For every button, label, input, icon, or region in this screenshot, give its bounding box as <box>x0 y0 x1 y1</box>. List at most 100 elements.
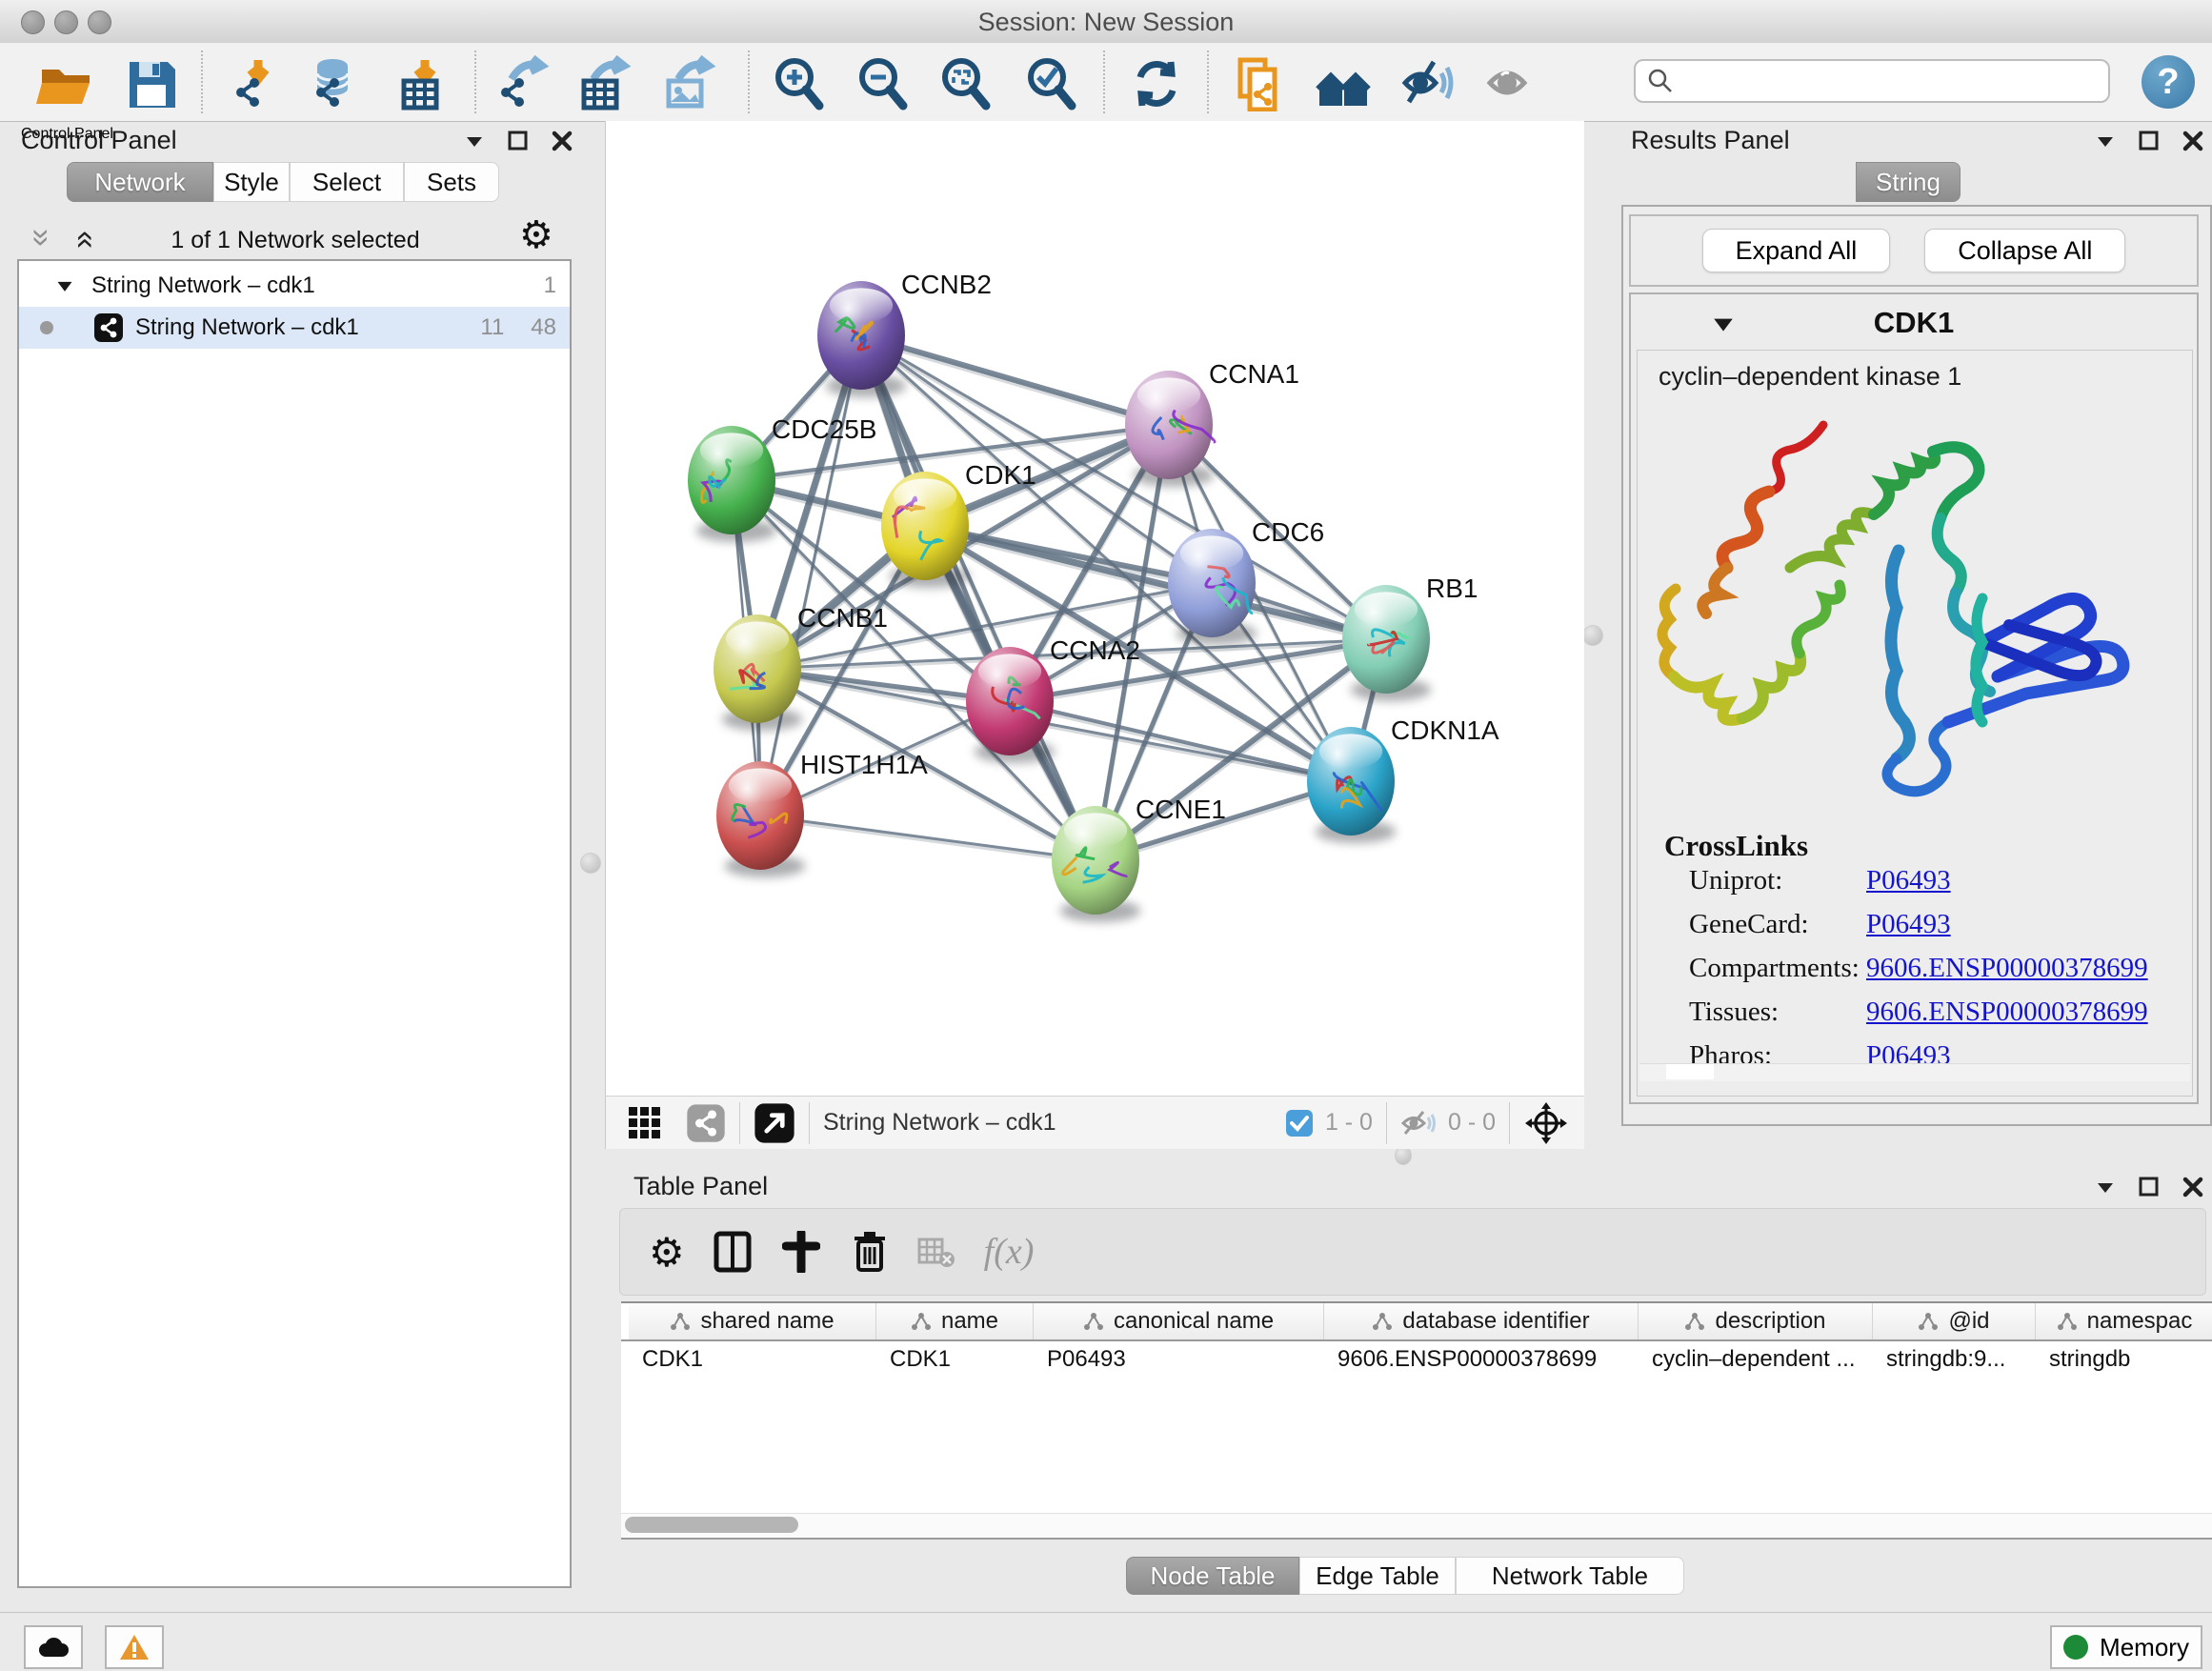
import-network-from-file-button[interactable] <box>228 52 289 113</box>
zoom-out-button[interactable] <box>852 52 913 113</box>
cloud-status-button[interactable] <box>24 1625 83 1669</box>
column-header-shared-name[interactable]: shared name <box>629 1303 876 1339</box>
bottom-splitter-handle[interactable] <box>1395 1146 1412 1165</box>
cell-namespac[interactable]: stringdb <box>2036 1341 2212 1378</box>
open-session-button[interactable] <box>34 52 95 113</box>
network-options-gear-icon[interactable]: ⚙ <box>519 213 553 257</box>
crosslink-link[interactable]: P06493 <box>1866 909 1951 940</box>
cell-canonical-name[interactable]: P06493 <box>1034 1341 1324 1378</box>
collapse-all-button[interactable]: Collapse All <box>1924 229 2125 272</box>
crosslink-link[interactable]: 9606.ENSP00000378699 <box>1866 953 2148 984</box>
zoom-in-button[interactable] <box>768 52 829 113</box>
panel-menu-icon[interactable] <box>2094 130 2117 152</box>
network-collection-row[interactable]: String Network – cdk1 1 <box>19 265 570 307</box>
apply-layout-button[interactable] <box>1125 52 1186 113</box>
show-columns-icon[interactable] <box>714 1231 752 1273</box>
left-splitter-handle[interactable] <box>580 853 601 874</box>
delete-column-trash-icon[interactable] <box>853 1230 887 1274</box>
node-cdc6[interactable]: CDC6 <box>1168 517 1324 645</box>
cell-shared-name[interactable]: CDK1 <box>629 1341 876 1378</box>
node-ccne1[interactable]: CCNE1 <box>1052 795 1226 922</box>
node-cdkn1a[interactable]: CDKN1A <box>1307 715 1499 843</box>
edge[interactable] <box>861 335 1096 860</box>
create-column-plus-icon[interactable] <box>782 1231 820 1273</box>
panel-menu-icon[interactable] <box>463 130 486 152</box>
column-header-@id[interactable]: @id <box>1873 1303 2036 1339</box>
help-button[interactable]: ? <box>2142 55 2195 109</box>
memory-label: Memory <box>2100 1633 2189 1662</box>
column-header-canonical-name[interactable]: canonical name <box>1034 1303 1324 1339</box>
network-row-selected[interactable]: String Network – cdk1 11 48 <box>19 307 570 349</box>
network-view-icon[interactable] <box>686 1103 726 1143</box>
cloud-icon <box>37 1636 70 1659</box>
export-table-button[interactable] <box>574 52 635 113</box>
close-panel-icon[interactable] <box>2182 1176 2204 1198</box>
collapse-all-networks-icon[interactable]: » <box>23 229 60 247</box>
node-hist1h1a[interactable]: HIST1H1A <box>716 750 928 877</box>
search-box[interactable] <box>1634 59 2110 103</box>
zoom-fit-button[interactable] <box>935 52 995 113</box>
cell-description[interactable]: cyclin–dependent ... <box>1639 1341 1873 1378</box>
column-header-database-identifier[interactable]: database identifier <box>1324 1303 1639 1339</box>
column-header-description[interactable]: description <box>1639 1303 1873 1339</box>
column-header-namespac[interactable]: namespac <box>2036 1303 2212 1339</box>
expand-all-button[interactable]: Expand All <box>1702 229 1891 272</box>
tab-edge-table[interactable]: Edge Table <box>1299 1557 1456 1595</box>
close-panel-icon[interactable] <box>551 130 573 152</box>
search-input[interactable] <box>1674 67 2087 95</box>
save-session-button[interactable] <box>120 52 181 113</box>
string-network-graph[interactable]: CCNB2CCNA1CDC25BCDK1CDC6RB1CCNB1CCNA2CDK… <box>606 121 1584 1096</box>
float-panel-icon[interactable] <box>507 130 530 152</box>
collection-expand-icon[interactable] <box>55 276 74 295</box>
selected-checkbox-icon[interactable] <box>1285 1109 1314 1137</box>
import-network-from-database-button[interactable] <box>308 52 369 113</box>
grid-view-icon[interactable] <box>627 1105 663 1141</box>
tab-style[interactable]: Style <box>213 162 290 202</box>
edge[interactable] <box>760 815 1096 860</box>
hide-panel-button[interactable] <box>1398 52 1458 113</box>
birds-eye-view-icon[interactable] <box>1523 1100 1569 1146</box>
expand-all-networks-icon[interactable]: » <box>65 231 102 249</box>
node-rb1[interactable]: RB1 <box>1342 574 1478 701</box>
node-cdk1[interactable]: CDK1 <box>881 460 1036 588</box>
float-panel-icon[interactable] <box>2138 130 2161 152</box>
memory-button[interactable]: Memory <box>2050 1625 2202 1669</box>
tab-string[interactable]: String <box>1856 162 1961 202</box>
cell-database-identifier[interactable]: 9606.ENSP00000378699 <box>1324 1341 1639 1378</box>
column-type-icon <box>1684 1312 1705 1331</box>
right-splitter-handle[interactable] <box>1582 625 1603 646</box>
tab-sets[interactable]: Sets <box>404 162 499 202</box>
tab-select[interactable]: Select <box>290 162 404 202</box>
cell-name[interactable]: CDK1 <box>876 1341 1034 1378</box>
zoom-selected-button[interactable] <box>1020 52 1081 113</box>
hidden-node-edge-counts: 0 - 0 <box>1448 1109 1496 1137</box>
duplicate-network-button[interactable] <box>1229 52 1290 113</box>
detach-view-icon[interactable] <box>754 1102 795 1144</box>
gene-description: cyclin–dependent kinase 1 <box>1659 362 1961 392</box>
warning-status-button[interactable] <box>105 1625 164 1669</box>
crosslink-row: Tissues: 9606.ENSP00000378699 <box>1689 997 2184 1028</box>
scrollbar-thumb[interactable] <box>625 1517 798 1533</box>
table-settings-gear-icon[interactable]: ⚙ <box>649 1229 685 1276</box>
tab-node-table[interactable]: Node Table <box>1126 1557 1299 1595</box>
table-horizontal-scrollbar[interactable] <box>621 1513 2212 1537</box>
node-table[interactable]: shared nameCDK1 nameCDK1 canonical nameP… <box>621 1301 2212 1540</box>
export-network-button[interactable] <box>493 52 553 113</box>
crosslink-link[interactable]: 9606.ENSP00000378699 <box>1866 997 2148 1028</box>
float-panel-icon[interactable] <box>2138 1176 2161 1198</box>
panel-menu-icon[interactable] <box>2094 1176 2117 1198</box>
network-view-toolbar: String Network – cdk1 1 - 0 0 - 0 <box>605 1096 1584 1149</box>
tab-network-table[interactable]: Network Table <box>1456 1557 1684 1595</box>
column-header-name[interactable]: name <box>876 1303 1034 1339</box>
close-panel-icon[interactable] <box>2182 130 2204 152</box>
import-table-from-file-button[interactable] <box>394 52 455 113</box>
cell-@id[interactable]: stringdb:9... <box>1873 1341 2036 1378</box>
export-image-button[interactable] <box>659 52 720 113</box>
results-scrollbar[interactable] <box>1639 1063 2190 1081</box>
tab-network[interactable]: Network <box>67 162 213 202</box>
gene-name-header[interactable]: CDK1 <box>1631 306 2197 340</box>
crosslink-link[interactable]: P06493 <box>1866 865 1951 896</box>
table-panel-title: Table Panel <box>633 1172 768 1201</box>
first-neighbors-button[interactable] <box>1314 52 1375 113</box>
network-canvas[interactable]: CCNB2CCNA1CDC25BCDK1CDC6RB1CCNB1CCNA2CDK… <box>605 121 1584 1096</box>
